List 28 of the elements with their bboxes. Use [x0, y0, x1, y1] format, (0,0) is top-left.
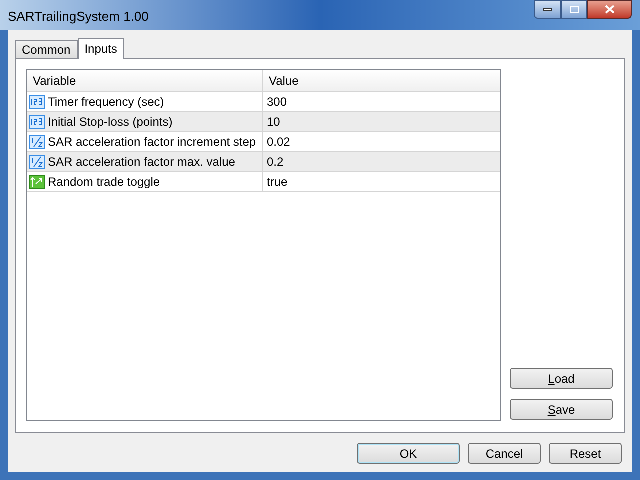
dialog-button[interactable]: Cancel: [468, 443, 541, 464]
variable-value[interactable]: 0.2: [263, 152, 500, 171]
variable-value[interactable]: 300: [263, 92, 500, 111]
save-button[interactable]: Save: [510, 399, 613, 420]
tab[interactable]: Common: [15, 40, 78, 58]
variable-name: Initial Stop-loss (points): [48, 114, 173, 130]
dialog-button[interactable]: Reset: [549, 443, 622, 464]
variable-value[interactable]: true: [263, 172, 500, 191]
column-header[interactable]: Value: [263, 70, 500, 91]
load-button[interactable]: Load: [510, 368, 613, 389]
variable-value[interactable]: 10: [263, 112, 500, 131]
variable-value[interactable]: 0.02: [263, 132, 500, 151]
tab[interactable]: Inputs: [78, 38, 124, 59]
maximize-button[interactable]: [561, 0, 587, 19]
column-header[interactable]: Variable: [27, 70, 263, 91]
integer-type-icon: [29, 94, 45, 108]
integer-type-icon: [29, 114, 45, 128]
variable-name: Random trade toggle: [48, 174, 160, 190]
close-button[interactable]: [587, 0, 632, 19]
variable-name: SAR acceleration factor increment step: [48, 134, 256, 150]
close-icon: [604, 5, 614, 14]
variable-name: SAR acceleration factor max. value: [48, 154, 236, 170]
fraction-type-icon: [29, 154, 45, 168]
dialog-button[interactable]: OK: [357, 443, 460, 464]
variable-name: Timer frequency (sec): [48, 94, 164, 110]
minimize-button[interactable]: [534, 0, 561, 19]
fraction-type-icon: [29, 134, 45, 148]
window-title: SARTrailingSystem 1.00: [8, 8, 149, 26]
